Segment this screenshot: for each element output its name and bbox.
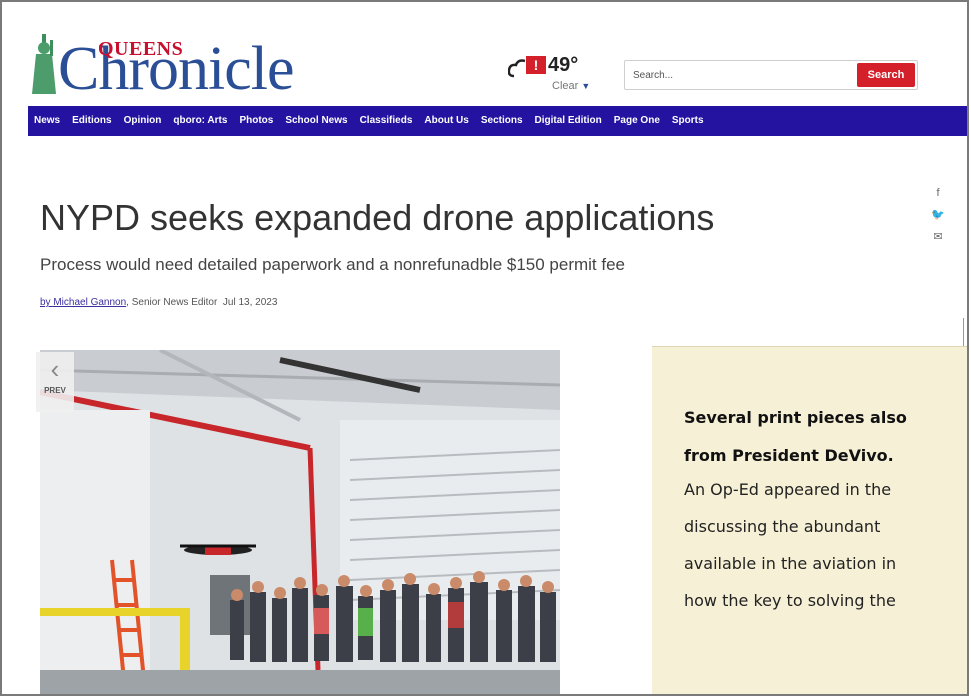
callout-body-line: discussing the abundant bbox=[684, 517, 881, 536]
author-link[interactable]: by Michael Gannon bbox=[40, 297, 126, 308]
share-bar: f 🐦 ✉ bbox=[928, 182, 948, 248]
nav-item-about-us[interactable]: About Us bbox=[418, 106, 474, 136]
twitter-icon[interactable]: 🐦 bbox=[928, 204, 948, 226]
prev-label: PREV bbox=[44, 386, 66, 395]
facebook-icon[interactable]: f bbox=[928, 182, 948, 204]
nav-item-qboro-arts[interactable]: qboro: Arts bbox=[167, 106, 233, 136]
author-role: , Senior News Editor bbox=[126, 297, 218, 308]
callout-bold-text: Several print pieces also from President… bbox=[684, 399, 907, 475]
gallery-prev-button[interactable]: ‹ PREV bbox=[36, 352, 74, 412]
search-bar: Search bbox=[624, 60, 918, 90]
nav-item-digital-edition[interactable]: Digital Edition bbox=[529, 106, 608, 136]
site-logo[interactable]: Chronicle QUEENS bbox=[28, 30, 318, 102]
nav-item-opinion[interactable]: Opinion bbox=[118, 106, 168, 136]
callout-body-line: An Op-Ed appeared in the bbox=[684, 480, 892, 499]
nav-item-sports[interactable]: Sports bbox=[666, 106, 710, 136]
nav-item-sections[interactable]: Sections bbox=[475, 106, 529, 136]
chevron-down-icon: ▼ bbox=[581, 81, 591, 91]
search-button[interactable]: Search bbox=[857, 63, 915, 87]
chevron-left-icon: ‹ bbox=[50, 354, 60, 384]
article-headline: NYPD seeks expanded drone applications bbox=[40, 197, 715, 238]
article-subheadline: Process would need detailed paperwork an… bbox=[40, 255, 626, 274]
publish-date: Jul 13, 2023 bbox=[222, 297, 278, 308]
weather-alert-icon[interactable]: ! bbox=[526, 56, 546, 74]
callout-body-line: available in the aviation in bbox=[684, 554, 897, 573]
temperature: 49° bbox=[548, 54, 579, 76]
weather-widget[interactable]: ! 49° Clear ▼ bbox=[508, 54, 608, 96]
article-photo[interactable] bbox=[40, 350, 560, 694]
callout-body-line: how the key to solving the bbox=[684, 591, 896, 610]
browser-page: Chronicle QUEENS ! 49° Clear ▼ Search Ne… bbox=[0, 0, 969, 696]
byline: by Michael Gannon, Senior News Editor Ju… bbox=[40, 297, 277, 308]
callout-body-text: An Op-Ed appeared in the discussing the … bbox=[684, 471, 896, 619]
nav-item-school-news[interactable]: School News bbox=[279, 106, 353, 136]
main-navigation: News Editions Opinion qboro: Arts Photos Scho… bbox=[28, 106, 967, 136]
nav-item-classifieds[interactable]: Classifieds bbox=[354, 106, 419, 136]
callout-bold-line: Several print pieces also bbox=[684, 408, 907, 427]
statue-of-liberty-icon bbox=[32, 34, 56, 94]
logo-queens-text: QUEENS bbox=[98, 38, 184, 60]
callout-bold-line: from President DeVivo. bbox=[684, 446, 894, 465]
search-input[interactable] bbox=[631, 65, 855, 85]
weather-condition-label: Clear bbox=[552, 80, 579, 92]
drone-hangar-image bbox=[40, 350, 560, 694]
divider bbox=[963, 318, 964, 348]
nav-item-photos[interactable]: Photos bbox=[233, 106, 279, 136]
nav-item-editions[interactable]: Editions bbox=[66, 106, 117, 136]
nav-item-page-one[interactable]: Page One bbox=[608, 106, 666, 136]
nav-item-news[interactable]: News bbox=[28, 106, 66, 136]
callout-box: Several print pieces also from President… bbox=[652, 346, 967, 694]
email-icon[interactable]: ✉ bbox=[928, 226, 948, 248]
weather-condition[interactable]: Clear ▼ bbox=[552, 80, 590, 92]
